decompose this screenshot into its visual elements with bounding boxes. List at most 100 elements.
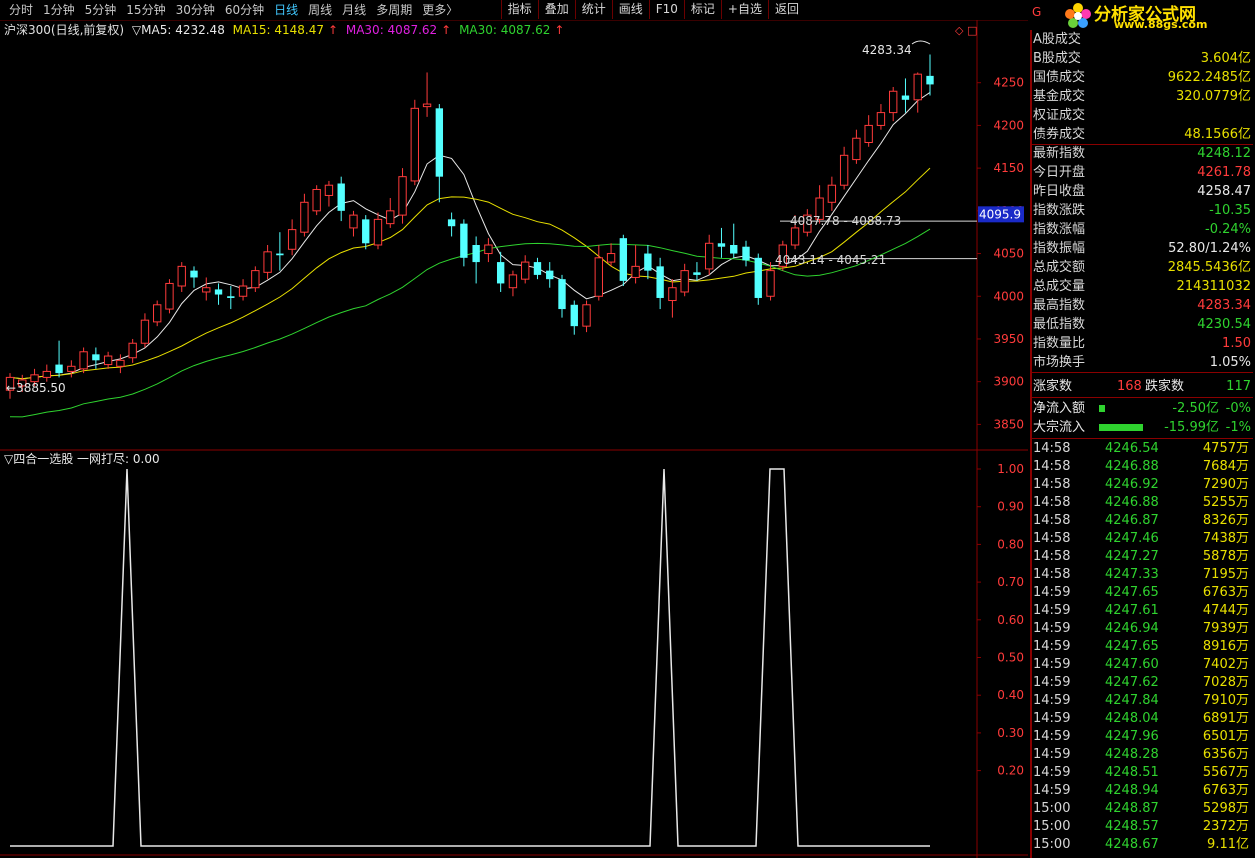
toolbar-button-0[interactable]: 指标 [500,0,538,19]
tick-price: 4246.87 [1105,513,1159,528]
stat-row: 指数量比 1.50 [1033,334,1251,353]
indicator-axis-label-2: 0.80 [997,537,1024,551]
stat-value: 1.50 [1222,336,1251,351]
candle-body [42,370,51,378]
stat-row: 指数振幅 52.80/1.24% [1033,239,1251,258]
stat-label: A股成交 [1033,32,1081,47]
period-tab-10[interactable]: 更多〉 [417,2,463,18]
tick-price: 4246.92 [1105,477,1159,492]
toolbar: 分时 1分钟 5分钟 15分钟 30分钟 60分钟 日线 周线 月线 多周期 更多〉 指标 叠加 统计画… [0,0,1030,21]
tick-time: 14:59 [1033,639,1071,654]
tick-volume: 8916万 [1202,639,1249,654]
tick-price: 4248.57 [1105,819,1159,834]
tick-volume: 8326万 [1202,513,1249,528]
updown-row: 涨家数 168 跌家数 117 [1033,377,1251,396]
tick-volume: 7402万 [1202,657,1249,672]
tick-row: 15:00 4248.87 5298万 [1033,800,1251,818]
period-tab-0[interactable]: 分时 [4,2,38,18]
candle-body [558,279,566,310]
tick-time: 14:58 [1033,495,1071,510]
tick-price: 4247.61 [1105,603,1159,618]
indicator-axis-label-5: 0.50 [997,651,1024,665]
up-count: 168 [1117,379,1142,394]
price-axis-label-1: 4200 [993,118,1024,132]
stat-row: 最低指数 4230.54 [1033,315,1251,334]
down-count-label: 跌家数 [1145,379,1185,394]
period-tab-6[interactable]: 日线 [269,2,303,18]
stat-value: 4261.78 [1197,165,1251,180]
candle-body [435,108,444,177]
tick-price: 4246.54 [1105,441,1159,456]
period-tab-7[interactable]: 周线 [303,2,337,18]
candle-body [693,272,701,275]
tick-price: 4248.51 [1105,765,1159,780]
candle-body [472,245,480,263]
price-marker-label: 4095.9 [979,207,1021,221]
period-tab-3[interactable]: 15分钟 [121,2,170,18]
tick-time: 14:59 [1033,729,1071,744]
toolbar-button-4[interactable]: F10 [648,0,684,19]
tick-row: 14:59 4247.65 6763万 [1033,584,1251,602]
candle-body [521,261,530,280]
candle-body [730,245,738,254]
candle-body [300,201,309,233]
stat-label: 最新指数 [1033,146,1086,161]
period-tab-2[interactable]: 5分钟 [80,2,122,18]
stat-value: 4258.47 [1197,184,1251,199]
indicator-axis-label-7: 0.30 [997,726,1024,740]
candle-body [386,210,395,225]
toolbar-button-6[interactable]: +自选 [720,0,768,19]
tick-time: 15:00 [1033,801,1071,816]
stat-value: -0.24% [1205,222,1251,237]
period-tab-8[interactable]: 月线 [337,2,371,18]
range-label-1: 4087.78 - 4088.73 [790,214,901,228]
candle-body [79,351,88,370]
tick-price: 4247.62 [1105,675,1159,690]
period-tab-9[interactable]: 多周期 [371,2,417,18]
kline-chart[interactable]: 4250420041504100405040003950390038504095… [0,20,1028,858]
period-tab-4[interactable]: 30分钟 [171,2,220,18]
stat-value: 320.0779亿 [1175,89,1251,104]
period-tab-1[interactable]: 1分钟 [38,2,80,18]
tick-volume: 7684万 [1202,459,1249,474]
high-arrow-icon [911,40,931,45]
tick-row: 14:58 4246.92 7290万 [1033,476,1251,494]
tick-volume: 7028万 [1202,675,1249,690]
period-tab-5[interactable]: 60分钟 [220,2,269,18]
candle-body [926,75,934,85]
tick-time: 14:59 [1033,657,1071,672]
tick-time: 14:58 [1033,531,1071,546]
tick-time: 14:59 [1033,783,1071,798]
stat-value: 4283.34 [1197,298,1251,313]
candle-body [251,270,260,289]
toolbar-button-1[interactable]: 叠加 [537,0,575,19]
tick-time: 14:59 [1033,693,1071,708]
stat-value: 3.604亿 [1200,51,1251,66]
candle-body [619,238,628,281]
toolbar-button-3[interactable]: 画线 [611,0,649,19]
candle-body [570,304,578,327]
toolbar-button-7[interactable]: 返回 [767,0,805,19]
candle-body [656,266,664,298]
candle-body [901,95,910,100]
candle-body [546,270,554,280]
candle-body [140,319,150,344]
toolbar-button-5[interactable]: 标记 [683,0,721,19]
candle-body [312,188,321,212]
stat-row: A股成交 [1033,30,1251,49]
tick-row: 14:58 4246.88 5255万 [1033,494,1251,512]
toolbar-button-2[interactable]: 统计 [574,0,612,19]
price-axis-label-8: 3850 [993,417,1024,431]
candle-body [582,304,591,327]
candle-body [766,270,775,297]
tick-volume: 5567万 [1202,765,1249,780]
candle-body [447,219,456,227]
stat-value: 52.80/1.24% [1168,241,1251,256]
flow-pct: -0% [1225,401,1251,416]
tick-volume: 5255万 [1202,495,1249,510]
tick-time: 14:59 [1033,711,1071,726]
stat-row: 权证成交 [1033,106,1251,125]
stat-value: 4230.54 [1197,317,1251,332]
stat-label: 总成交量 [1033,279,1086,294]
price-axis-label-5: 4000 [993,289,1024,303]
